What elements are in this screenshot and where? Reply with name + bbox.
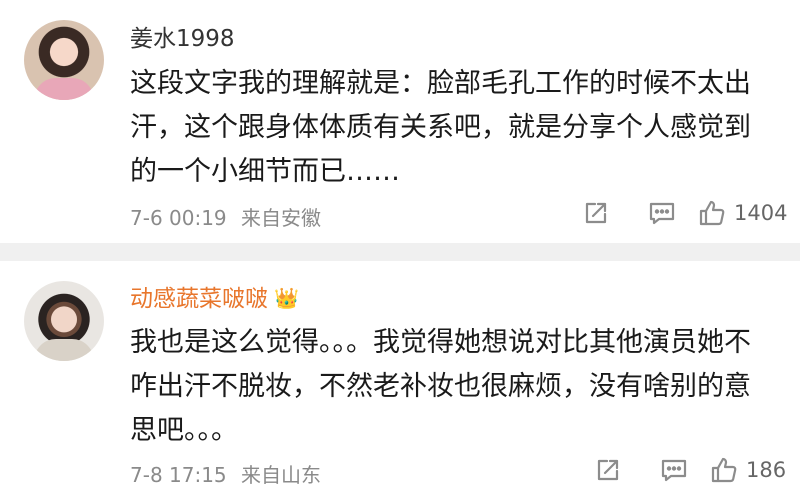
comment-actions: 186 bbox=[582, 453, 786, 487]
comment-meta: 7-8 17:15 来自山东 bbox=[130, 459, 321, 488]
comment-icon bbox=[649, 202, 675, 225]
crown-icon: 👑 bbox=[274, 286, 299, 310]
comment-meta: 7-6 00:19 来自安徽 bbox=[130, 202, 321, 231]
share-icon bbox=[585, 202, 607, 224]
comment-actions: 1404 bbox=[582, 196, 787, 230]
comment-location: 来自山东 bbox=[241, 463, 322, 487]
comment-item: 动感蔬菜啵啵 👑 我也是这么觉得。。。我觉得她想说对比其他演员她不咋出汗不脱妆，不… bbox=[0, 261, 800, 491]
like-button[interactable]: 186 bbox=[710, 455, 786, 485]
user-avatar[interactable] bbox=[24, 20, 104, 100]
thumbs-up-icon bbox=[711, 457, 737, 483]
comment-date: 7-8 17:15 bbox=[130, 463, 227, 487]
share-icon bbox=[597, 459, 619, 481]
comment-text: 我也是这么觉得。。。我觉得她想说对比其他演员她不咋出汗不脱妆，不然老补妆也很麻烦… bbox=[130, 327, 751, 446]
comment-date: 7-6 00:19 bbox=[130, 206, 227, 230]
share-button[interactable] bbox=[594, 455, 624, 485]
comment-item: 姜水1998 这段文字我的理解就是：脸部毛孔工作的时候不太出汗，这个跟身体体质有… bbox=[0, 0, 800, 243]
username[interactable]: 动感蔬菜啵啵 👑 bbox=[130, 283, 299, 314]
user-avatar[interactable] bbox=[24, 281, 104, 361]
reply-button[interactable] bbox=[660, 455, 690, 485]
like-button[interactable]: 1404 bbox=[698, 198, 787, 228]
comment-text: 这段文字我的理解就是：脸部毛孔工作的时候不太出汗，这个跟身体体质有关系吧，就是分… bbox=[130, 68, 751, 187]
like-count: 1404 bbox=[734, 201, 788, 225]
comment-location: 来自安徽 bbox=[241, 206, 322, 230]
divider bbox=[0, 243, 800, 261]
like-count: 186 bbox=[746, 458, 787, 482]
thumbs-up-icon bbox=[699, 200, 725, 226]
comment-icon bbox=[661, 459, 687, 482]
share-button[interactable] bbox=[582, 198, 612, 228]
reply-button[interactable] bbox=[648, 198, 678, 228]
username[interactable]: 姜水1998 bbox=[130, 24, 235, 54]
username-text: 动感蔬菜啵啵 bbox=[130, 286, 268, 312]
